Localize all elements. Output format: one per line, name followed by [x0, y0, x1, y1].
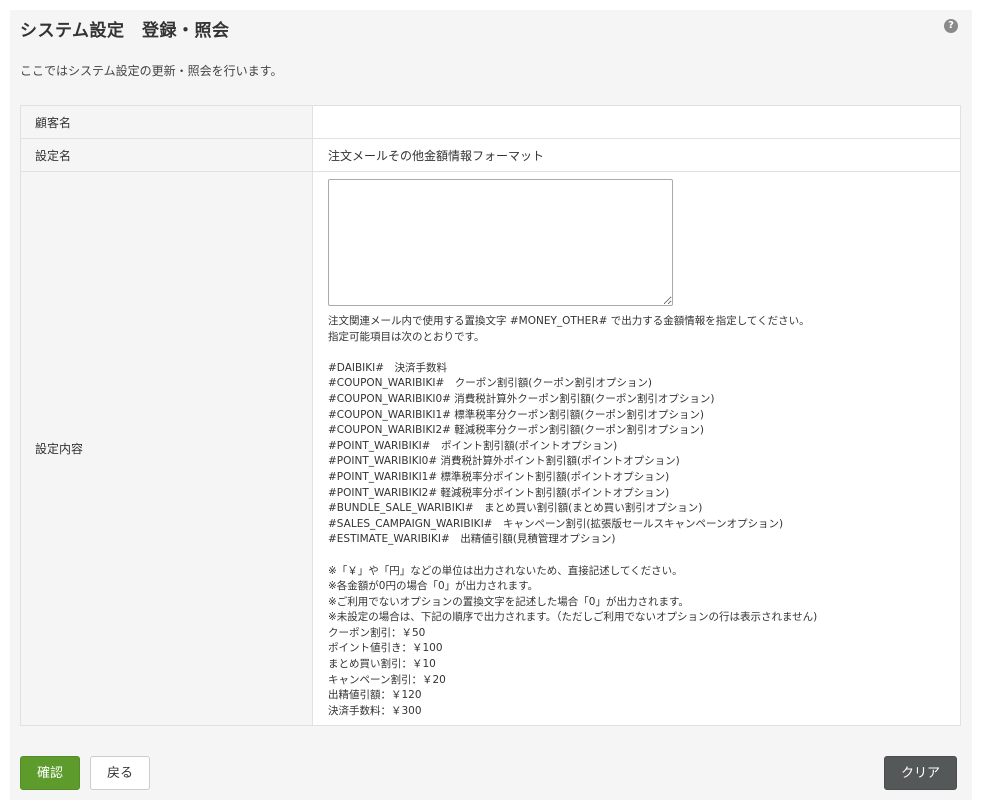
- help-line: #DAIBIKI# 決済手数料: [328, 361, 448, 374]
- setting-content-label: 設定内容: [20, 170, 313, 727]
- help-line: #SALES_CAMPAIGN_WARIBIKI# キャンペーン割引(拡張版セー…: [328, 517, 784, 530]
- setting-name-value: 注文メールその他金額情報フォーマット: [312, 138, 961, 172]
- help-line: ※「￥」や「円」などの単位は出力されないため、直接記述してください。: [328, 564, 683, 577]
- table-row-customer: 顧客名: [20, 105, 961, 139]
- help-line: 注文関連メール内で使用する置換文字 #MONEY_OTHER# で出力する金額情…: [328, 315, 810, 327]
- help-line: ポイント値引き：￥100: [328, 642, 443, 655]
- help-icon[interactable]: ?: [944, 19, 958, 33]
- settings-form-table: 顧客名 設定名 注文メールその他金額情報フォーマット 設定内容 注文関連メール内…: [20, 105, 961, 727]
- help-line: 指定可能項目は次のとおりです。: [328, 330, 485, 343]
- page-title: システム設定 登録・照会: [20, 21, 230, 41]
- page-description: ここではシステム設定の更新・照会を行います。: [20, 64, 283, 78]
- help-line: #POINT_WARIBIKI0# 消費税計算外ポイント割引額(ポイントオプショ…: [328, 455, 680, 468]
- help-line: #COUPON_WARIBIKI1# 標準税率分クーポン割引額(クーポン割引オプ…: [328, 408, 704, 421]
- table-row-setting-content: 設定内容 注文関連メール内で使用する置換文字 #MONEY_OTHER# で出力…: [20, 170, 961, 727]
- customer-name-label: 顧客名: [20, 105, 313, 139]
- help-line: 出精値引額：￥120: [328, 689, 422, 702]
- help-line: #POINT_WARIBIKI# ポイント割引額(ポイントオプション): [328, 439, 618, 452]
- help-line: #BUNDLE_SALE_WARIBIKI# まとめ買い割引額(まとめ買い割引オ…: [328, 502, 703, 515]
- help-line: #POINT_WARIBIKI2# 軽減税率分ポイント割引額(ポイントオプション…: [328, 486, 670, 499]
- help-line: まとめ買い割引：￥10: [328, 658, 436, 671]
- back-button[interactable]: 戻る: [90, 756, 150, 790]
- help-line: キャンペーン割引：￥20: [328, 673, 446, 686]
- help-line: ※未設定の場合は、下記の順序で出力されます。（ただしご利用でないオプションの行は…: [328, 611, 818, 624]
- help-line: ※各金額が0円の場合「0」が出力されます。: [328, 580, 539, 593]
- setting-name-label: 設定名: [20, 138, 313, 172]
- setting-content-cell: 注文関連メール内で使用する置換文字 #MONEY_OTHER# で出力する金額情…: [312, 170, 961, 727]
- table-row-setting-name: 設定名 注文メールその他金額情報フォーマット: [20, 138, 961, 172]
- help-line: [328, 345, 945, 361]
- setting-content-textarea[interactable]: [328, 179, 673, 306]
- setting-help-text: 注文関連メール内で使用する置換文字 #MONEY_OTHER# で出力する金額情…: [328, 314, 945, 719]
- help-line: #POINT_WARIBIKI1# 標準税率分ポイント割引額(ポイントオプション…: [328, 470, 670, 483]
- help-line: #COUPON_WARIBIKI# クーポン割引額(クーポン割引オプション): [328, 377, 652, 390]
- help-line: クーポン割引：￥50: [328, 626, 426, 639]
- help-line: 決済手数料：￥300: [328, 704, 422, 717]
- settings-panel: システム設定 登録・照会 ? ここではシステム設定の更新・照会を行います。 顧客…: [10, 10, 972, 800]
- help-line: #ESTIMATE_WARIBIKI# 出精値引額(見積管理オプション): [328, 533, 616, 546]
- customer-name-value: [312, 105, 961, 139]
- help-line: #COUPON_WARIBIKI0# 消費税計算外クーポン割引額(クーポン割引オ…: [328, 392, 715, 405]
- help-line: #COUPON_WARIBIKI2# 軽減税率分クーポン割引額(クーポン割引オプ…: [328, 424, 704, 437]
- confirm-button[interactable]: 確認: [20, 756, 80, 790]
- help-line: [328, 548, 945, 564]
- help-line: ※ご利用でないオプションの置換文字を記述した場合「0」が出力されます。: [328, 595, 689, 608]
- clear-button[interactable]: クリア: [884, 756, 957, 790]
